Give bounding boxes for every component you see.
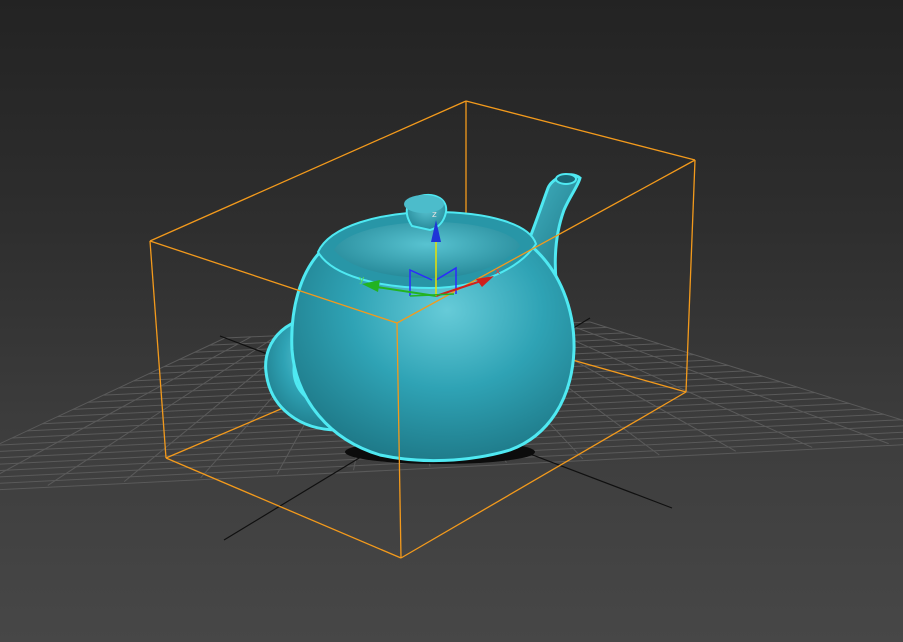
gizmo-z-label: z — [432, 210, 437, 220]
grid-line — [0, 337, 226, 445]
gizmo-y-label: y — [359, 275, 365, 285]
viewport-scene[interactable]: x y z — [0, 0, 903, 642]
bbox-edge — [465, 100, 696, 161]
bbox-edge — [165, 457, 402, 559]
3d-viewport[interactable]: x y z — [0, 0, 903, 642]
teapot-spout-opening — [555, 173, 577, 185]
bbox-edge — [685, 159, 696, 393]
bbox-edge — [149, 240, 167, 459]
gizmo-x-label: x — [495, 267, 501, 277]
teapot-object[interactable] — [264, 173, 582, 464]
teapot-lid-knob-top — [404, 195, 444, 213]
